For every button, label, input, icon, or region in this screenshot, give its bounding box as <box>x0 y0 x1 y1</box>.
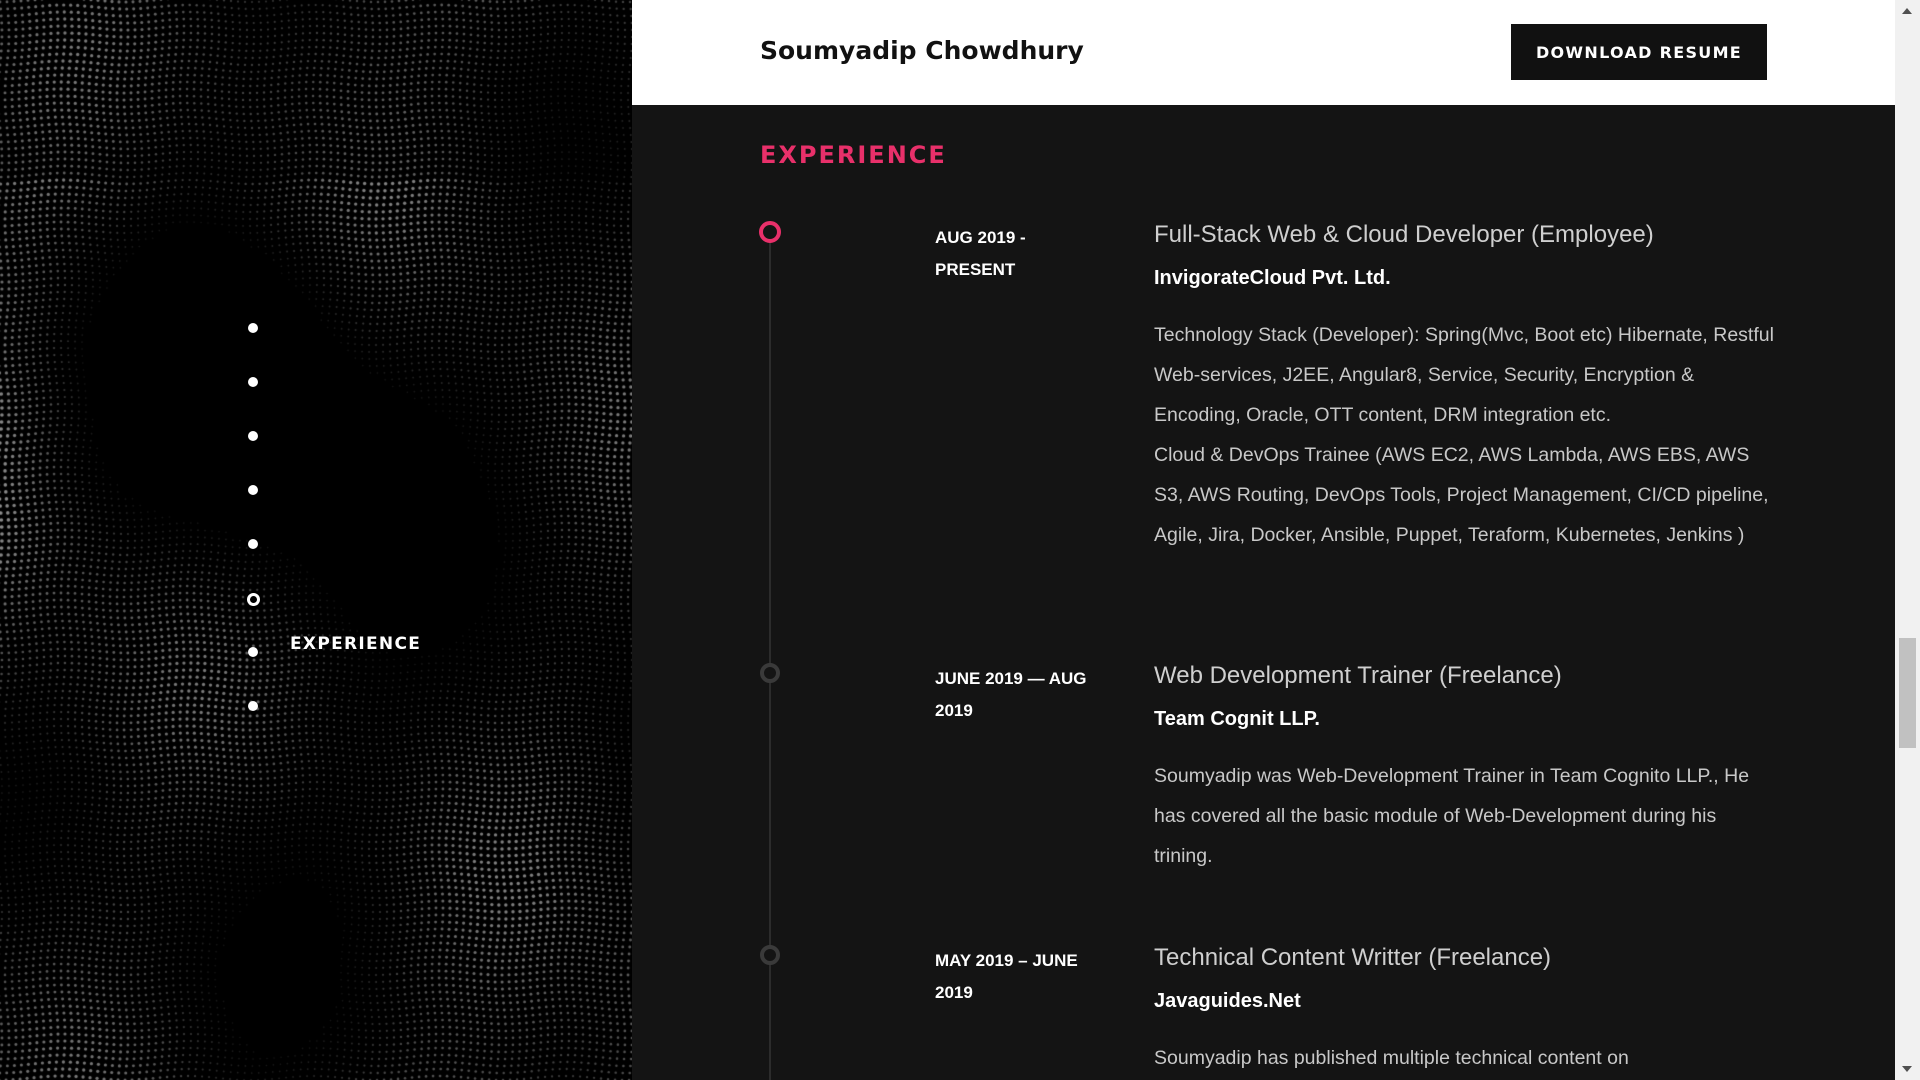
experience-description: Soumyadip was Web-Development Trainer in… <box>1154 765 1750 867</box>
section-title: EXPERIENCE <box>760 141 947 169</box>
section-nav-label[interactable]: EXPERIENCE <box>290 634 421 654</box>
experience-company: Team Cognit LLP. <box>1154 708 1320 730</box>
timeline-marker-active <box>759 221 781 243</box>
experience-date: AUG 2019 - PRESENT <box>935 228 1026 279</box>
section-nav-dot[interactable] <box>248 377 258 387</box>
section-nav-dot[interactable] <box>248 647 258 657</box>
experience-role: Web Development Trainer (Freelance) <box>1154 662 1562 689</box>
timeline-marker <box>760 663 780 683</box>
section-nav-dot[interactable] <box>248 485 258 495</box>
experience-section: EXPERIENCE AUG 2019 - PRESENT Full-Stack… <box>632 105 1895 1080</box>
scroll-up-arrow-icon[interactable] <box>1902 8 1912 14</box>
section-nav-dot[interactable] <box>248 701 258 711</box>
scrollbar-thumb[interactable] <box>1899 638 1916 748</box>
experience-company: Javaguides.Net <box>1154 990 1301 1012</box>
scroll-down-arrow-icon[interactable] <box>1902 1066 1912 1072</box>
experience-description: Soumyadip has published multiple technic… <box>1154 1047 1629 1069</box>
particle-wave-background <box>0 0 632 1080</box>
timeline-marker <box>760 945 780 965</box>
scrollbar[interactable] <box>1895 0 1920 1080</box>
experience-role: Full-Stack Web & Cloud Developer (Employ… <box>1154 221 1654 248</box>
download-resume-button[interactable]: DOWNLOAD RESUME <box>1511 24 1767 80</box>
section-nav-dot-active[interactable] <box>247 593 260 606</box>
experience-date: MAY 2019 – JUNE 2019 <box>935 951 1078 1002</box>
experience-company: InvigorateCloud Pvt. Ltd. <box>1154 267 1391 289</box>
section-nav-dot[interactable] <box>248 431 258 441</box>
experience-role: Technical Content Writter (Freelance) <box>1154 944 1552 971</box>
section-nav-dot[interactable] <box>248 323 258 333</box>
site-name[interactable]: Soumyadip Chowdhury <box>760 36 1084 65</box>
left-panel: EXPERIENCE <box>0 0 632 1080</box>
header: Soumyadip Chowdhury DOWNLOAD RESUME <box>632 0 1895 105</box>
experience-description: Cloud & DevOps Trainee (AWS EC2, AWS Lam… <box>1154 444 1769 546</box>
experience-description: Technology Stack (Developer): Spring(Mvc… <box>1154 324 1774 426</box>
section-nav-dot[interactable] <box>248 539 258 549</box>
experience-date: JUNE 2019 — AUG 2019 <box>935 669 1087 720</box>
